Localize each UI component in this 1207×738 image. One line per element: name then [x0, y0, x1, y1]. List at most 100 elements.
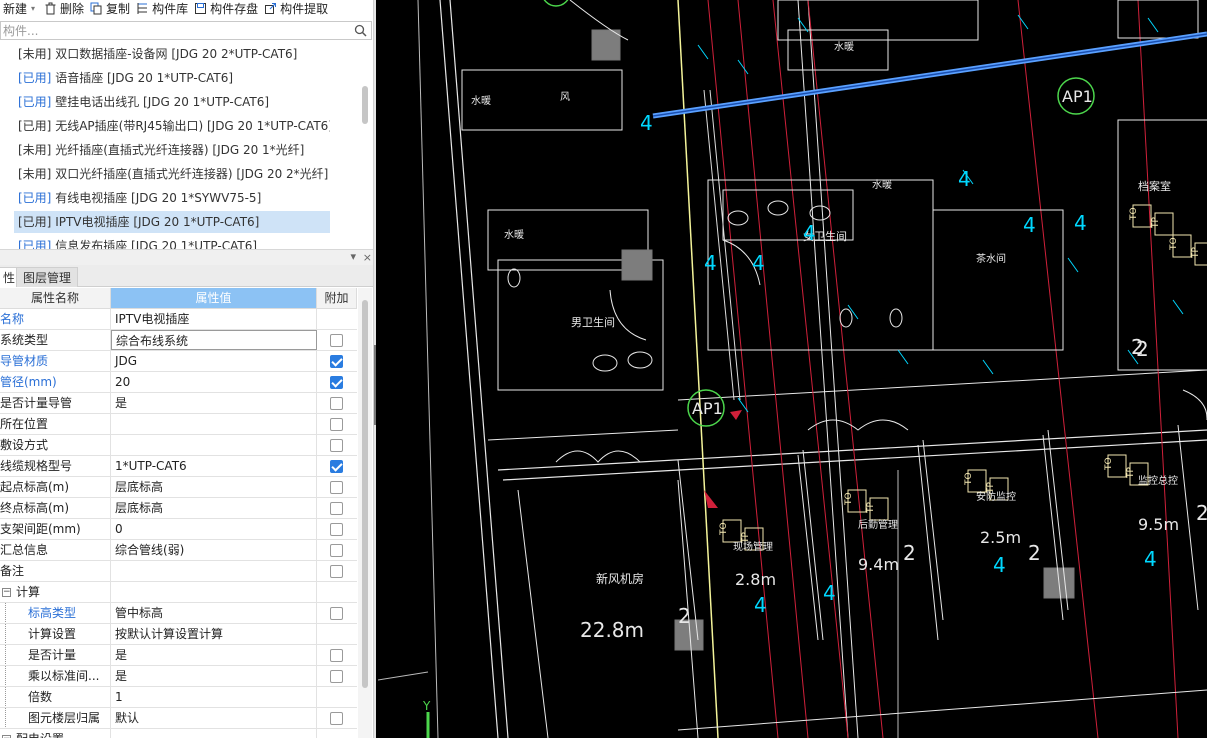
property-row[interactable]: − 计算: [0, 582, 357, 603]
list-item[interactable]: [未用] 双口光纤插座(直插式光纤连接器) [JDG 20 2*光纤]: [14, 163, 330, 185]
property-row[interactable]: 所在位置: [0, 414, 357, 435]
list-item-name: 双口数据插座-设备网 [JDG 20 2*UTP-CAT6]: [55, 47, 298, 61]
property-row[interactable]: 起点标高(m) 层底标高: [0, 477, 357, 498]
new-button[interactable]: 新建: [0, 0, 30, 17]
extract-component-button[interactable]: 构件提取: [261, 0, 331, 17]
attach-checkbox[interactable]: [330, 376, 343, 389]
property-row[interactable]: 终点标高(m) 层底标高: [0, 498, 357, 519]
attach-checkbox[interactable]: [330, 334, 343, 347]
wall-line: [802, 449, 824, 641]
tab-layer-management[interactable]: 图层管理: [16, 267, 79, 287]
grid-scrollbar-thumb[interactable]: [362, 300, 368, 688]
property-value[interactable]: 综合管线(弱): [111, 540, 317, 560]
property-row[interactable]: 系统类型 综合布线系统: [0, 330, 357, 351]
attach-checkbox[interactable]: [330, 502, 343, 515]
new-dropdown-icon[interactable]: ▾: [31, 4, 35, 13]
property-row[interactable]: 图元楼层归属 默认: [0, 708, 357, 729]
property-value[interactable]: [111, 582, 317, 602]
property-value[interactable]: 综合布线系统: [111, 330, 317, 350]
property-row[interactable]: 是否计量 是: [0, 645, 357, 666]
property-row[interactable]: 备注: [0, 561, 357, 582]
attach-checkbox[interactable]: [330, 607, 343, 620]
attach-checkbox[interactable]: [330, 460, 343, 473]
list-item[interactable]: [已用] 有线电视插座 [JDG 20 1*SYWV75-5]: [14, 187, 330, 209]
divider-grip[interactable]: [374, 345, 376, 425]
wire-count-label: 4: [1144, 547, 1157, 571]
property-value[interactable]: 1*UTP-CAT6: [111, 456, 317, 476]
property-value[interactable]: 层底标高: [111, 477, 317, 497]
cad-viewport[interactable]: TO TP TO TP TO TP TO TP TO TP TO TP 水暖风水暖 水暖 水暖 女卫生间 茶水间…: [378, 0, 1207, 738]
property-value[interactable]: 是: [111, 393, 317, 413]
property-row[interactable]: 乘以标准间... 是: [0, 666, 357, 687]
attach-checkbox[interactable]: [330, 649, 343, 662]
property-row[interactable]: 线缆规格型号 1*UTP-CAT6: [0, 456, 357, 477]
list-item[interactable]: [未用] 双口数据插座-设备网 [JDG 20 2*UTP-CAT6]: [14, 43, 330, 65]
property-value[interactable]: [111, 561, 317, 581]
attach-checkbox[interactable]: [330, 670, 343, 683]
property-value[interactable]: [111, 729, 317, 738]
property-value[interactable]: 层底标高: [111, 498, 317, 518]
list-item[interactable]: [已用] 无线AP插座(带RJ45输出口) [JDG 20 1*UTP-CAT6…: [14, 115, 330, 137]
property-name: 系统类型: [0, 330, 111, 350]
property-value[interactable]: 20: [111, 372, 317, 392]
panel-splitter[interactable]: ▾ ×: [0, 249, 376, 265]
pin-icon[interactable]: ▾: [350, 250, 356, 263]
attach-checkbox[interactable]: [330, 355, 343, 368]
property-value[interactable]: [111, 435, 317, 455]
wire-count-label: 2: [678, 604, 691, 628]
property-value[interactable]: 管中标高: [111, 603, 317, 623]
property-value[interactable]: 是: [111, 666, 317, 686]
property-row[interactable]: 敷设方式: [0, 435, 357, 456]
close-icon[interactable]: ×: [363, 251, 372, 264]
attach-checkbox[interactable]: [330, 439, 343, 452]
property-row[interactable]: 倍数 1: [0, 687, 357, 708]
property-row[interactable]: 管径(mm) 20: [0, 372, 357, 393]
property-row[interactable]: −配电设置: [0, 729, 357, 738]
attach-checkbox[interactable]: [330, 418, 343, 431]
property-value[interactable]: JDG: [111, 351, 317, 371]
attach-checkbox[interactable]: [330, 565, 343, 578]
property-row[interactable]: 导管材质 JDG: [0, 351, 357, 372]
property-name-label: 敷设方式: [0, 438, 49, 452]
list-scrollbar-thumb[interactable]: [362, 86, 368, 124]
list-item[interactable]: [已用] 壁挂电话出线孔 [JDG 20 1*UTP-CAT6]: [14, 91, 330, 113]
property-value[interactable]: 默认: [111, 708, 317, 728]
property-row[interactable]: 支架间距(mm) 0: [0, 519, 357, 540]
grid-scrollbar[interactable]: [358, 288, 372, 738]
property-value[interactable]: 0: [111, 519, 317, 539]
property-row[interactable]: 是否计量导管 是: [0, 393, 357, 414]
property-name: 导管材质: [0, 351, 111, 371]
collapse-icon[interactable]: −: [2, 588, 11, 597]
list-item[interactable]: [已用] 信息发布插座 [JDG 20 1*UTP-CAT6]: [14, 235, 330, 249]
room-label: 新风机房: [596, 571, 644, 586]
property-value[interactable]: 是: [111, 645, 317, 665]
attach-checkbox[interactable]: [330, 481, 343, 494]
floor-plan-drawing[interactable]: TOTPTOTPTOTPTOTPTOTPTOTP水暖 风水暖水暖水暖女卫生间茶水间…: [378, 0, 1207, 738]
property-row[interactable]: 名称 IPTV电视插座: [0, 309, 357, 330]
property-row[interactable]: 汇总信息 综合管线(弱): [0, 540, 357, 561]
room-area-label: 9.5m: [1138, 515, 1179, 534]
list-item[interactable]: [已用] 语音插座 [JDG 20 1*UTP-CAT6]: [14, 67, 330, 89]
wall-line: [677, 689, 1207, 731]
property-value[interactable]: IPTV电视插座: [111, 309, 317, 329]
delete-button[interactable]: 删除: [41, 0, 87, 17]
property-value[interactable]: [111, 414, 317, 434]
wall-line: [378, 671, 429, 681]
copy-button[interactable]: 复制: [87, 0, 133, 17]
save-component-button[interactable]: 构件存盘: [191, 0, 261, 17]
property-row[interactable]: 标高类型 管中标高: [0, 603, 357, 624]
property-row[interactable]: 计算设置 按默认计算设置计算: [0, 624, 357, 645]
search-input[interactable]: [1, 22, 341, 39]
list-item[interactable]: [未用] 光纤插座(直插式光纤连接器) [JDG 20 1*光纤]: [14, 139, 330, 161]
property-value[interactable]: 1: [111, 687, 317, 707]
list-item[interactable]: [已用] IPTV电视插座 [JDG 20 1*UTP-CAT6]: [14, 211, 330, 233]
attach-checkbox[interactable]: [330, 523, 343, 536]
attach-checkbox[interactable]: [330, 712, 343, 725]
room-label: 后勤管理: [858, 518, 898, 531]
attach-checkbox[interactable]: [330, 544, 343, 557]
panel-divider[interactable]: [373, 0, 376, 738]
attach-checkbox[interactable]: [330, 397, 343, 410]
library-button[interactable]: 构件库: [133, 0, 191, 17]
search-icon[interactable]: [354, 24, 367, 37]
property-value[interactable]: 按默认计算设置计算: [111, 624, 317, 644]
